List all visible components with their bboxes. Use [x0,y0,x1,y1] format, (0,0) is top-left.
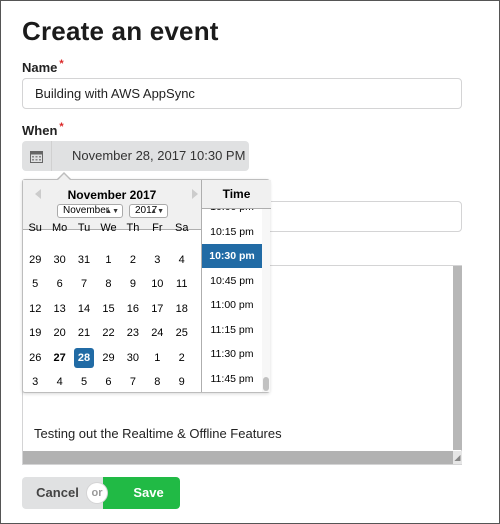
weekday-label: Sa [175,222,189,234]
calendar-day[interactable]: 31 [72,248,96,272]
datepicker-popup: November 2017 November ▲▼ 2017 ▲▼ Su Mo Tu… [22,179,271,394]
time-scroll-thumb[interactable] [263,377,269,391]
time-option[interactable]: 10:00 pm [202,209,262,219]
time-list: 10:00 pm10:15 pm10:30 pm10:45 pm11:00 pm… [202,209,271,392]
calendar-day[interactable]: 29 [23,248,47,272]
calendar-week: 26 27 28 29 30 1 2 [23,346,201,370]
time-option[interactable]: 11:00 pm [202,293,262,317]
required-marker: * [59,58,64,70]
calendar-day[interactable]: 1 [145,346,169,370]
description-text: Testing out the Realtime & Offline Featu… [34,426,282,441]
calendar-day[interactable]: 7 [121,370,145,394]
weekday-label: Tu [77,222,91,234]
calendar-icon [22,141,52,171]
calendar-week: 29 30 31 1 2 3 4 [23,248,201,272]
calendar-day[interactable]: 2 [170,346,194,370]
calendar-day[interactable]: 27 [47,346,71,370]
calendar-day[interactable]: 9 [170,370,194,394]
calendar-day[interactable]: 12 [23,297,47,321]
year-select[interactable]: 2017 ▲▼ [129,204,168,218]
weekday-label: Th [126,222,140,234]
calendar-day[interactable]: 18 [170,297,194,321]
calendar-day[interactable]: 8 [145,370,169,394]
calendar-day[interactable]: 20 [47,321,71,345]
button-group: Cancel Save or [22,477,180,509]
calendar-day[interactable]: 14 [72,297,96,321]
calendar-day[interactable]: 26 [23,346,47,370]
time-column: Time 10:00 pm10:15 pm10:30 pm10:45 pm11:… [201,180,271,392]
date-picker-input[interactable]: November 28, 2017 10:30 PM [22,141,249,171]
calendar-day[interactable]: 29 [96,346,120,370]
calendar-day[interactable]: 24 [145,321,169,345]
name-label: Name * [22,58,64,75]
save-button[interactable]: Save [103,477,180,509]
page-title: Create an event [22,16,219,46]
calendar-day[interactable]: 30 [121,346,145,370]
calendar-day[interactable]: 5 [72,370,96,394]
or-divider: or [87,483,107,503]
calendar-day[interactable]: 5 [23,272,47,296]
time-header: Time [202,180,271,209]
month-title: November 2017 [67,188,157,202]
calendar-day[interactable]: 19 [23,321,47,345]
resize-handle-icon[interactable]: ◢ [453,451,462,464]
calendar-day[interactable]: 6 [96,370,120,394]
textarea-scrollbar[interactable] [453,266,462,450]
calendar-day[interactable]: 4 [47,370,71,394]
calendar-day[interactable]: 28 [72,346,96,370]
calendar-day[interactable]: 13 [47,297,71,321]
month-select[interactable]: November ▲▼ [57,204,123,218]
time-option[interactable]: 10:15 pm [202,220,262,244]
weekday-label: We [100,222,117,234]
select-caret-icon: ▲▼ [105,208,119,215]
weekday-label: Fr [152,222,163,234]
calendar-day[interactable]: 9 [121,272,145,296]
calendar-day[interactable]: 10 [145,272,169,296]
name-input[interactable]: Building with AWS AppSync [22,78,462,109]
calendar-day[interactable]: 3 [145,248,169,272]
calendar-week: 12 13 14 15 16 17 18 [23,297,201,321]
required-marker: * [59,121,64,133]
calendar-day[interactable]: 30 [47,248,71,272]
weekday-row: Su Mo Tu We Th Fr Sa [23,222,201,234]
time-option[interactable]: 11:30 pm [202,342,262,366]
calendar-day[interactable]: 25 [170,321,194,345]
calendar-day[interactable]: 1 [96,248,120,272]
calendar-day[interactable]: 22 [96,321,120,345]
calendar-week: 5 6 7 8 9 10 11 [23,272,201,296]
calendar-day[interactable]: 15 [96,297,120,321]
calendar-day[interactable]: 8 [96,272,120,296]
calendar-day[interactable]: 21 [72,321,96,345]
weekday-label: Mo [51,222,68,234]
time-option[interactable]: 11:15 pm [202,318,262,342]
textarea-horizontal-scrollbar[interactable] [23,451,454,464]
calendar-day[interactable]: 17 [145,297,169,321]
select-caret-icon: ▲▼ [150,208,164,215]
calendar-day[interactable]: 16 [121,297,145,321]
popup-arrow-fill [57,174,71,181]
date-value: November 28, 2017 10:30 PM [72,148,246,163]
calendar-week: 3456789 [23,370,201,394]
time-scrollbar[interactable] [262,209,270,392]
calendar-day[interactable]: 7 [72,272,96,296]
calendar-day[interactable]: 11 [170,272,194,296]
next-month-icon[interactable] [192,189,198,199]
time-option[interactable]: 10:45 pm [202,269,262,293]
calendar-week: 19 20 21 22 23 24 25 [23,321,201,345]
calendar-day[interactable]: 6 [47,272,71,296]
calendar-day[interactable]: 3 [23,370,47,394]
calendar-day[interactable]: 2 [121,248,145,272]
calendar-grid: 29 30 31 1 2 3 4 5 6 7 8 9 10 11 12 13 14 15 16 17 18 19 20 21 2… [23,248,201,394]
time-option[interactable]: 10:30 pm [202,244,262,268]
when-label: When * [22,121,64,138]
calendar-day[interactable]: 23 [121,321,145,345]
time-option[interactable]: 11:45 pm [202,367,262,391]
calendar-day[interactable]: 4 [170,248,194,272]
weekday-label: Su [28,222,42,234]
